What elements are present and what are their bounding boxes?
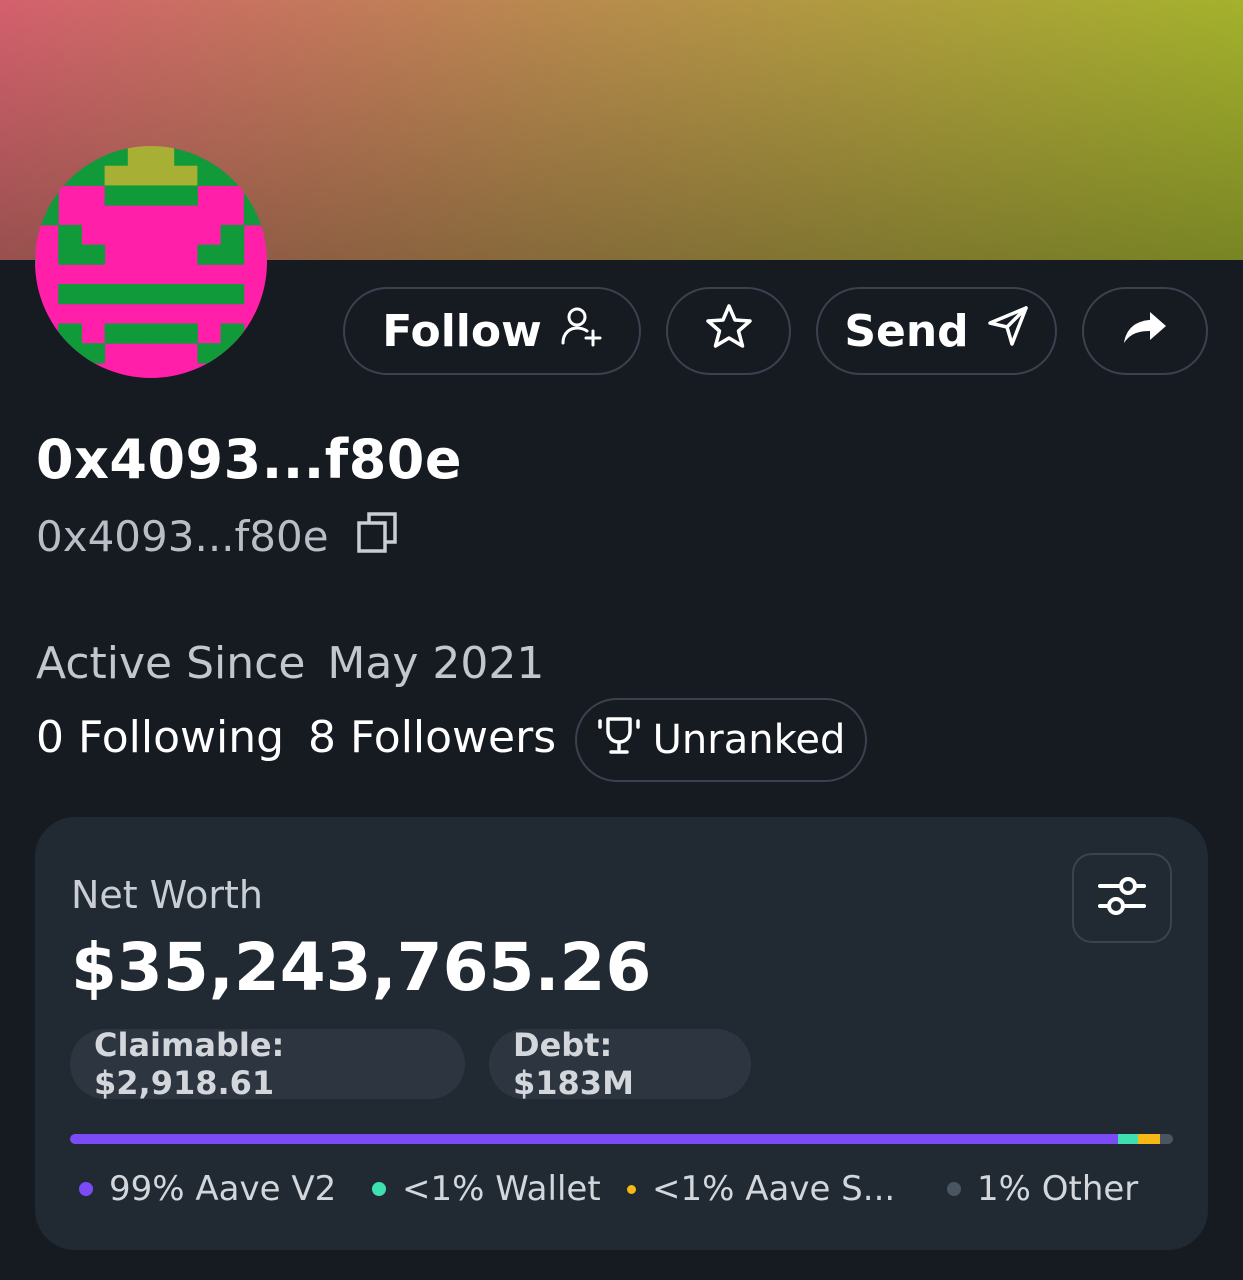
avatar-pixel	[151, 185, 175, 206]
breakdown-segment	[70, 1134, 1118, 1144]
active-since-label: Active Since	[36, 638, 306, 689]
send-button-label: Send	[844, 305, 969, 357]
avatar-pixel	[174, 165, 198, 186]
avatar-pixel	[127, 185, 152, 206]
net-worth-value: $35,243,765.26	[71, 929, 652, 1006]
breakdown-segment	[1159, 1134, 1173, 1144]
avatar-pixel	[35, 244, 36, 265]
avatar-pixel	[220, 244, 245, 265]
avatar-pixel	[58, 244, 82, 265]
legend-item[interactable]: 99% Aave V2	[79, 1169, 336, 1209]
copy-icon	[355, 512, 399, 560]
sliders-icon	[1097, 874, 1147, 922]
net-worth-label: Net Worth	[71, 873, 263, 917]
breakdown-segment	[1137, 1134, 1160, 1144]
active-since: Active Since May 2021	[36, 638, 544, 689]
claimable-chip[interactable]: Claimable: $2,918.61	[70, 1026, 465, 1102]
send-icon	[987, 305, 1029, 358]
debt-chip[interactable]: Debt: $183M	[489, 1026, 751, 1102]
follow-button-label: Follow	[382, 305, 542, 357]
legend-label: 99% Aave V2	[109, 1169, 337, 1209]
portfolio-breakdown-bar	[70, 1134, 1173, 1144]
rank-label: Unranked	[652, 717, 846, 763]
share-icon	[1122, 306, 1168, 357]
social-stats: 0 Following 8 Followers	[36, 712, 556, 763]
avatar-pixel	[174, 185, 198, 206]
avatar-pixel	[58, 224, 82, 246]
avatar-pixel	[151, 165, 175, 186]
send-button[interactable]: Send	[816, 287, 1057, 375]
avatar-pixel	[197, 165, 222, 186]
copy-address-button[interactable]	[355, 510, 399, 556]
avatar-pixel	[104, 165, 129, 186]
avatar-pixel	[104, 185, 129, 206]
page-title: 0x4093...f80e	[36, 428, 463, 491]
follow-button[interactable]: Follow	[343, 287, 641, 375]
legend-label: <1% Wallet	[402, 1169, 601, 1209]
wallet-address: 0x4093...f80e	[36, 512, 329, 561]
followers-count[interactable]: 8 Followers	[308, 712, 556, 763]
filter-settings-button[interactable]	[1072, 853, 1172, 943]
favorite-button[interactable]	[666, 287, 791, 375]
avatar-pixel	[151, 146, 175, 167]
breakdown-segment	[1117, 1134, 1138, 1144]
rank-badge[interactable]: Unranked	[575, 698, 867, 782]
legend-item[interactable]: <1% Aave S...	[627, 1169, 895, 1209]
legend-label: 1% Other	[977, 1169, 1139, 1209]
star-icon	[705, 303, 753, 360]
avatar-pixel	[220, 224, 245, 246]
share-button[interactable]	[1082, 287, 1208, 375]
avatar-pixel	[197, 244, 222, 265]
legend-dot	[79, 1182, 93, 1196]
legend-item[interactable]: <1% Wallet	[372, 1169, 601, 1209]
legend-item[interactable]: 1% Other	[947, 1169, 1138, 1209]
trophy-icon	[597, 715, 653, 765]
action-bar: Follow Send	[0, 287, 1243, 377]
legend-dot	[372, 1182, 386, 1196]
avatar-pixel	[81, 244, 106, 265]
add-user-icon	[560, 305, 602, 358]
net-worth-card: Net Worth $35,243,765.26 Claimable: $2,9…	[35, 817, 1208, 1250]
avatar-pixel	[127, 146, 152, 167]
avatar-pixel	[127, 165, 152, 186]
legend-dot	[627, 1184, 636, 1194]
active-since-value: May 2021	[327, 638, 545, 689]
avatar-pixel	[81, 165, 106, 186]
following-count[interactable]: 0 Following	[36, 712, 284, 763]
legend-label: <1% Aave S...	[652, 1169, 896, 1209]
portfolio-legend: 99% Aave V2 <1% Wallet <1% Aave S... 1% …	[35, 1169, 1208, 1213]
legend-dot	[947, 1182, 961, 1196]
